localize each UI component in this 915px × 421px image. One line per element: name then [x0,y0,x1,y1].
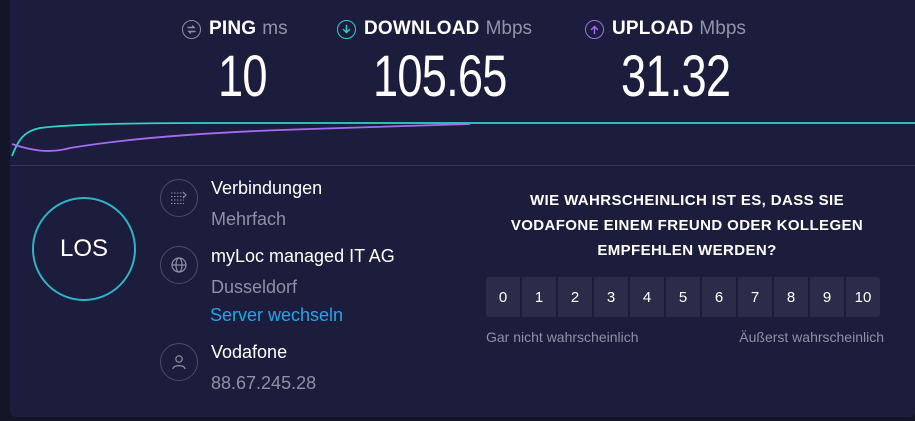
connections-value: Mehrfach [211,209,287,229]
download-unit: Mbps [485,18,533,39]
rating-option-1[interactable]: 1 [522,277,556,317]
upload-speed-line [11,123,471,152]
upload-metric: UPLOAD Mbps 31.32 [585,14,746,108]
change-server-link[interactable]: Server wechseln [210,305,343,326]
upload-unit: Mbps [699,18,746,39]
rating-option-0[interactable]: 0 [486,277,520,317]
globe-icon [160,246,198,284]
ping-unit: ms [262,18,288,39]
ping-label: PING [209,18,257,39]
upload-value: 31.32 [621,44,731,109]
ping-metric: PING ms 10 [182,14,288,108]
divider [10,165,915,166]
rating-option-2[interactable]: 2 [558,277,592,317]
server-location: Dusseldorf [211,277,298,297]
connections-title: Verbindungen [211,178,323,198]
connections-icon [160,179,198,217]
speed-graph [11,122,915,157]
download-metric: DOWNLOAD Mbps 105.65 [337,14,533,108]
user-icon [160,343,198,381]
scale-low-label: Gar nicht wahrscheinlich [486,329,639,345]
provider-name: Vodafone [211,342,288,362]
ping-value: 10 [218,44,268,109]
ping-icon [182,19,201,39]
rating-scale: 0 1 2 3 4 5 6 7 8 9 10 [486,277,880,317]
scale-high-label: Äußerst wahrscheinlich [739,329,884,345]
rating-option-9[interactable]: 9 [810,277,844,317]
rating-option-3[interactable]: 3 [594,277,628,317]
rating-option-7[interactable]: 7 [738,277,772,317]
rating-option-8[interactable]: 8 [774,277,808,317]
speedtest-panel: PING ms 10 DOWNLOAD Mbps 105.65 UPLOAD M… [10,0,915,417]
download-value: 105.65 [373,44,507,109]
start-test-button[interactable]: LOS [32,197,136,301]
download-speed-line [11,122,915,157]
server-name: myLoc managed IT AG [211,246,395,266]
survey-question: WIE WAHRSCHEINLICH IST ES, DASS SIE VODA… [510,192,864,259]
rating-option-4[interactable]: 4 [630,277,664,317]
download-label: DOWNLOAD [364,18,480,39]
rating-option-5[interactable]: 5 [666,277,700,317]
provider-ip: 88.67.245.28 [211,373,317,393]
upload-icon [585,19,604,39]
rating-option-6[interactable]: 6 [702,277,736,317]
download-icon [337,19,356,39]
upload-label: UPLOAD [612,18,694,39]
rating-option-10[interactable]: 10 [846,277,880,317]
